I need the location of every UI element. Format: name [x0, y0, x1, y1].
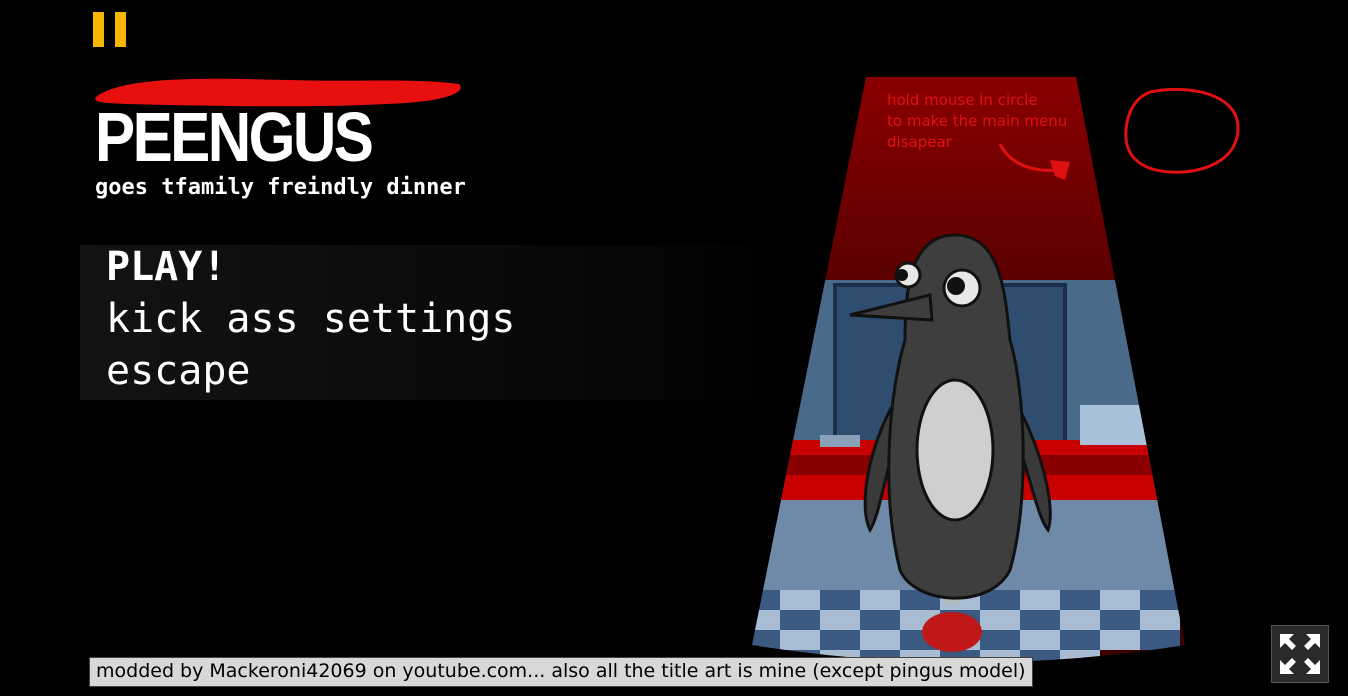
subtitle-suffix: inner [399, 175, 466, 200]
fullscreen-icon [1280, 634, 1320, 674]
settings-button[interactable]: kick ass settings [106, 294, 515, 344]
subtitle-scribbled-text: family freindly d [174, 175, 400, 200]
pause-button[interactable] [93, 12, 127, 48]
escape-button[interactable]: escape [106, 346, 251, 396]
title-logo: PEENGUS [95, 98, 374, 176]
fullscreen-button[interactable] [1271, 625, 1329, 683]
title-subtitle: goes tfamily freindly dinner [95, 175, 466, 200]
hint-line: hold mouse in circle [887, 91, 1038, 109]
hide-menu-circle[interactable] [1120, 84, 1244, 180]
pause-icon [93, 12, 104, 47]
red-scribble [95, 78, 461, 107]
subtitle-prefix: goes t [95, 175, 175, 200]
arrow-icon [998, 143, 1070, 180]
pause-icon-bar [115, 12, 126, 47]
hint-line: to make the main menu [887, 112, 1068, 130]
play-button[interactable]: PLAY! [106, 242, 226, 292]
credit-text: modded by Mackeroni42069 on youtube.com.… [89, 657, 1033, 687]
